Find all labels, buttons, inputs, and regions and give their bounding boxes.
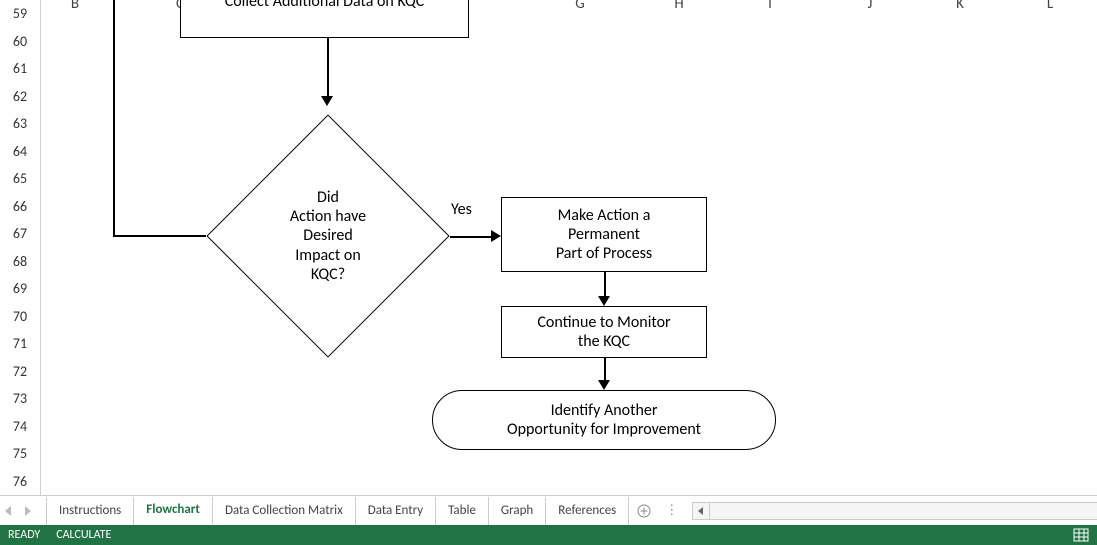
arrowhead-down-icon [321, 96, 333, 106]
sheet-tab[interactable]: Data Entry [356, 497, 436, 525]
scroll-left-button[interactable] [692, 502, 710, 520]
row-header[interactable]: 76 [0, 468, 40, 495]
flow-decision[interactable]: Did Action have Desired Impact on KQC? [206, 106, 450, 366]
tab-nav-prev[interactable] [0, 497, 18, 525]
plus-circle-icon [637, 504, 651, 518]
arrowhead-right-icon [491, 230, 501, 242]
flow-branch-label-yes: Yes [451, 200, 472, 219]
row-header[interactable]: 69 [0, 275, 40, 302]
column-header[interactable]: K [910, 0, 1010, 14]
row-header-divider [40, 0, 41, 495]
arrowhead-down-icon [598, 296, 610, 306]
tab-nav-next[interactable] [18, 497, 36, 525]
column-header[interactable]: H [629, 0, 729, 14]
row-header[interactable]: 61 [0, 55, 40, 82]
row-header[interactable]: 70 [0, 303, 40, 330]
row-header[interactable]: 59 [0, 0, 40, 27]
row-header[interactable]: 74 [0, 413, 40, 440]
spreadsheet-grid[interactable]: BCDEFGHIJKL 5960616263646566676869707172… [0, 0, 1097, 495]
status-ready: READY [8, 528, 40, 542]
chevron-right-icon [23, 506, 31, 516]
column-header[interactable]: B [25, 0, 125, 14]
view-grid-icon[interactable] [1073, 528, 1089, 542]
flow-process-label: Continue to Monitor the KQC [537, 313, 670, 351]
column-header[interactable]: J [820, 0, 920, 14]
column-header[interactable]: L [1000, 0, 1097, 14]
row-header[interactable]: 64 [0, 138, 40, 165]
row-header[interactable]: 60 [0, 28, 40, 55]
sheet-tab[interactable]: Table [436, 497, 489, 525]
chevron-left-icon [5, 506, 13, 516]
row-header[interactable]: 63 [0, 110, 40, 137]
flow-connector [113, 0, 115, 235]
sheet-tab[interactable]: Graph [489, 497, 546, 525]
flow-process-label: Collect Additional Data on KQC [225, 0, 425, 12]
flow-process-label: Make Action a Permanent Part of Process [556, 206, 652, 264]
flow-terminator-label: Identify Another Opportunity for Improve… [507, 401, 701, 439]
add-sheet-button[interactable] [629, 497, 659, 525]
sheet-tab[interactable]: Instructions [46, 497, 134, 525]
row-header[interactable]: 62 [0, 83, 40, 110]
flow-arrow [604, 272, 606, 298]
column-header[interactable]: G [530, 0, 630, 14]
flow-process-monitor[interactable]: Continue to Monitor the KQC [501, 306, 707, 358]
flow-arrow [450, 236, 493, 238]
flow-decision-label: Did Action have Desired Impact on KQC? [290, 188, 366, 284]
flow-connector [113, 235, 206, 237]
column-header[interactable]: I [720, 0, 820, 14]
row-header[interactable]: 66 [0, 193, 40, 220]
sheet-tab[interactable]: Flowchart [134, 497, 213, 525]
tab-menu-icon[interactable]: ⋮ [659, 503, 684, 518]
flow-arrow [604, 358, 606, 382]
arrowhead-down-icon [598, 380, 610, 390]
triangle-left-icon [697, 506, 705, 516]
row-header[interactable]: 68 [0, 248, 40, 275]
row-header[interactable]: 75 [0, 440, 40, 467]
row-header[interactable]: 67 [0, 220, 40, 247]
status-bar: READY CALCULATE [0, 525, 1097, 545]
row-header[interactable]: 72 [0, 358, 40, 385]
flow-arrow [327, 38, 329, 98]
sheet-tab[interactable]: Data Collection Matrix [213, 497, 356, 525]
view-controls [1073, 528, 1089, 542]
scroll-track[interactable] [710, 502, 1097, 520]
row-header[interactable]: 71 [0, 330, 40, 357]
sheet-tabs-bar: InstructionsFlowchartData Collection Mat… [0, 495, 1097, 525]
flow-terminator-identify[interactable]: Identify Another Opportunity for Improve… [432, 390, 776, 450]
flow-process-collect[interactable]: Collect Additional Data on KQC [180, 0, 469, 38]
row-header[interactable]: 65 [0, 165, 40, 192]
status-calculate[interactable]: CALCULATE [56, 528, 111, 542]
flow-process-permanent[interactable]: Make Action a Permanent Part of Process [501, 197, 707, 272]
sheet-tab[interactable]: References [546, 497, 629, 525]
horizontal-scrollbar[interactable] [684, 502, 1097, 520]
row-header[interactable]: 73 [0, 385, 40, 412]
